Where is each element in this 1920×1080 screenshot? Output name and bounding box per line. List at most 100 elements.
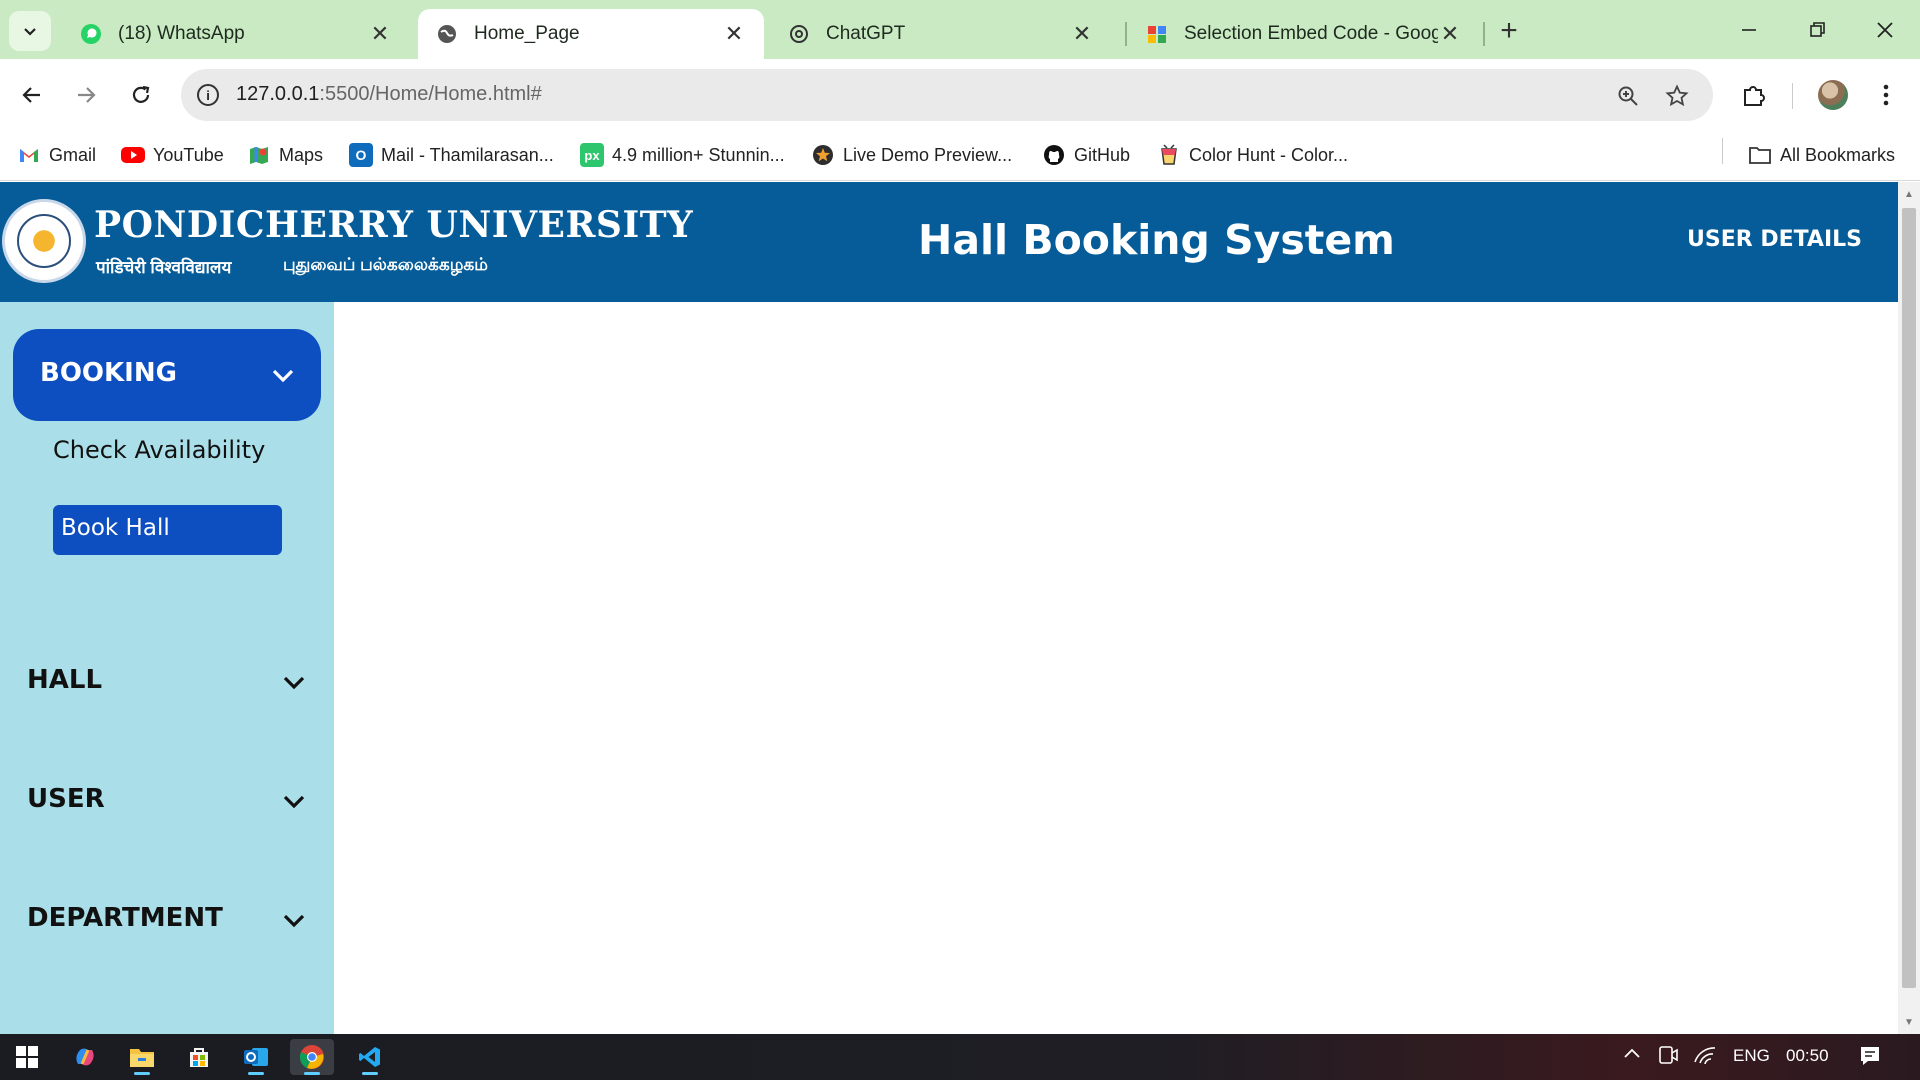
tab-separator bbox=[1483, 22, 1485, 46]
bookmark-youtube[interactable]: YouTube bbox=[121, 141, 224, 169]
file-explorer-icon[interactable] bbox=[120, 1039, 164, 1075]
youtube-icon bbox=[121, 143, 145, 167]
arrow-left-icon bbox=[22, 87, 40, 103]
copilot-icon[interactable] bbox=[63, 1039, 107, 1075]
scroll-thumb[interactable] bbox=[1902, 208, 1916, 988]
sidebar-section-department[interactable]: DEPARTMENT bbox=[13, 890, 321, 950]
sidebar-section-booking[interactable]: BOOKING bbox=[13, 329, 321, 421]
running-indicator bbox=[362, 1072, 378, 1075]
address-bar[interactable]: i 127.0.0.1:5500/Home/Home.html# bbox=[181, 69, 1713, 121]
store-icon[interactable] bbox=[177, 1039, 221, 1075]
user-details-link[interactable]: USER DETAILS bbox=[1687, 227, 1862, 252]
page-scrollbar[interactable]: ▲ ▼ bbox=[1898, 182, 1920, 1034]
bookmarks-separator bbox=[1722, 138, 1723, 164]
bookmark-github[interactable]: GitHub bbox=[1042, 141, 1130, 169]
maps-icon bbox=[247, 143, 271, 167]
tab-separator bbox=[1125, 22, 1127, 46]
language-indicator[interactable]: ENG bbox=[1733, 1046, 1770, 1066]
folder-icon bbox=[1748, 143, 1772, 167]
google-icon bbox=[1146, 23, 1168, 45]
back-button[interactable] bbox=[12, 75, 52, 115]
toolbar-separator bbox=[1792, 83, 1793, 109]
sidebar-section-label: BOOKING bbox=[40, 358, 177, 388]
tab-whatsapp[interactable]: (18) WhatsApp ✕ bbox=[62, 9, 410, 59]
notification-icon[interactable] bbox=[1858, 1044, 1882, 1073]
university-name: PONDICHERRY UNIVERSITY bbox=[94, 204, 694, 246]
restore-button[interactable] bbox=[1792, 10, 1842, 50]
tab-search-button[interactable] bbox=[9, 11, 51, 51]
bookmark-label: YouTube bbox=[153, 144, 224, 165]
bookmark-label: Color Hunt - Color... bbox=[1189, 144, 1349, 165]
outlook-icon[interactable] bbox=[234, 1039, 278, 1075]
profile-button[interactable] bbox=[1813, 75, 1853, 115]
chevron-down-icon bbox=[24, 28, 36, 36]
bookmark-label: Gmail bbox=[49, 144, 97, 165]
clock[interactable]: 00:50 bbox=[1786, 1046, 1829, 1066]
puzzle-icon bbox=[1744, 86, 1765, 106]
chevron-down-icon bbox=[268, 361, 298, 391]
browser-menu-button[interactable] bbox=[1866, 75, 1906, 115]
sidebar-section-label: DEPARTMENT bbox=[27, 903, 223, 933]
scroll-down-icon[interactable]: ▼ bbox=[1903, 1016, 1915, 1028]
all-bookmarks-button[interactable]: All Bookmarks bbox=[1748, 141, 1895, 169]
globe-icon bbox=[436, 23, 458, 45]
chatgpt-icon bbox=[788, 23, 810, 45]
running-indicator bbox=[248, 1072, 264, 1075]
bookmark-pixabay[interactable]: px 4.9 million+ Stunnin... bbox=[580, 141, 785, 169]
tab-chatgpt[interactable]: ChatGPT ✕ bbox=[770, 9, 1112, 59]
tab-title: Home_Page bbox=[474, 23, 580, 44]
github-icon bbox=[1042, 143, 1066, 167]
web-page: PONDICHERRY UNIVERSITY पांडिचेरी विश्ववि… bbox=[0, 182, 1898, 1034]
chevron-down-icon bbox=[279, 787, 309, 817]
close-window-button[interactable] bbox=[1860, 10, 1910, 50]
bookmark-gmail[interactable]: Gmail bbox=[17, 141, 96, 169]
gmail-icon bbox=[17, 143, 41, 167]
vscode-icon[interactable] bbox=[348, 1039, 392, 1075]
bookmark-label: 4.9 million+ Stunnin... bbox=[612, 144, 785, 165]
tab-selection-embed[interactable]: Selection Embed Code - Google ✕ bbox=[1128, 9, 1480, 59]
bookmark-label: Live Demo Preview... bbox=[843, 144, 1013, 165]
close-icon[interactable]: ✕ bbox=[1438, 21, 1462, 46]
sidebar-item-book-hall[interactable]: Book Hall bbox=[53, 505, 282, 555]
site-info-icon[interactable]: i bbox=[197, 84, 219, 106]
close-icon bbox=[1877, 22, 1893, 38]
bookmark-maps[interactable]: Maps bbox=[247, 141, 323, 169]
chevron-down-icon bbox=[279, 906, 309, 936]
bookmark-star-icon[interactable] bbox=[1662, 81, 1692, 111]
reload-icon bbox=[132, 85, 150, 103]
bookmarks-bar: Gmail YouTube Maps O Mail - Thamilarasan… bbox=[0, 129, 1920, 181]
chevron-up-icon[interactable] bbox=[1622, 1044, 1642, 1069]
zoom-icon[interactable] bbox=[1613, 81, 1643, 111]
avatar bbox=[1818, 80, 1848, 110]
browser-toolbar: i 127.0.0.1:5500/Home/Home.html# bbox=[0, 59, 1920, 129]
close-icon[interactable]: ✕ bbox=[1070, 21, 1094, 46]
tab-home-page[interactable]: Home_Page ✕ bbox=[418, 9, 764, 59]
chrome-icon[interactable] bbox=[290, 1039, 334, 1075]
sidebar-item-check-availability[interactable]: Check Availability bbox=[53, 436, 265, 464]
extensions-button[interactable] bbox=[1734, 75, 1774, 115]
page-title: Hall Booking System bbox=[918, 216, 1395, 264]
sidebar-section-user[interactable]: USER bbox=[13, 771, 321, 831]
close-icon[interactable]: ✕ bbox=[368, 21, 392, 46]
new-tab-button[interactable]: + bbox=[1492, 14, 1526, 48]
colorhunt-icon bbox=[1157, 143, 1181, 167]
bookmark-live-demo[interactable]: Live Demo Preview... bbox=[811, 141, 1012, 169]
wifi-icon[interactable] bbox=[1693, 1044, 1717, 1071]
bookmark-mail[interactable]: O Mail - Thamilarasan... bbox=[349, 141, 554, 169]
bookmark-color-hunt[interactable]: Color Hunt - Color... bbox=[1157, 141, 1348, 169]
sidebar-section-hall[interactable]: HALL bbox=[13, 652, 321, 712]
reload-button[interactable] bbox=[121, 75, 161, 115]
windows-start-icon[interactable] bbox=[5, 1039, 49, 1075]
forward-button[interactable] bbox=[66, 75, 106, 115]
camera-icon[interactable] bbox=[1657, 1044, 1679, 1071]
minimize-button[interactable] bbox=[1724, 10, 1774, 50]
close-icon[interactable]: ✕ bbox=[722, 21, 746, 46]
tab-title: Selection Embed Code - Google bbox=[1184, 23, 1438, 44]
running-indicator bbox=[134, 1072, 150, 1075]
scroll-up-icon[interactable]: ▲ bbox=[1903, 188, 1915, 200]
restore-icon bbox=[1810, 22, 1825, 37]
pixabay-icon: px bbox=[580, 143, 604, 167]
tab-title: ChatGPT bbox=[826, 23, 906, 44]
arrow-right-icon bbox=[78, 87, 96, 103]
whatsapp-icon bbox=[80, 23, 102, 45]
